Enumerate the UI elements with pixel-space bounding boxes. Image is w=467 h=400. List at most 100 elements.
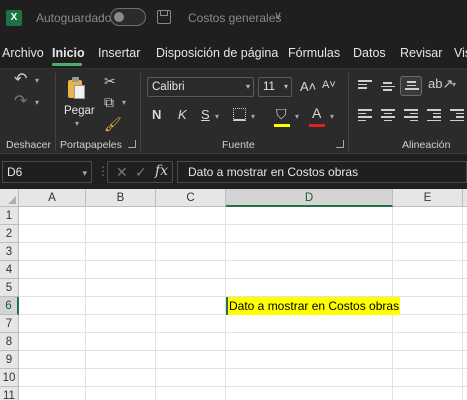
- cell-c8[interactable]: [156, 333, 226, 351]
- cell-d3[interactable]: [226, 243, 393, 261]
- cell-f2[interactable]: [463, 225, 467, 243]
- align-bottom-button[interactable]: [400, 76, 422, 96]
- save-icon[interactable]: [157, 10, 171, 24]
- tab-insertar[interactable]: Insertar: [98, 46, 140, 60]
- underline-dropdown-icon[interactable]: ▾: [215, 112, 219, 121]
- column-header-c[interactable]: C: [156, 189, 226, 207]
- cell-d10[interactable]: [226, 369, 393, 387]
- cell-c6[interactable]: [156, 297, 226, 315]
- cell-c3[interactable]: [156, 243, 226, 261]
- cell-f3[interactable]: [463, 243, 467, 261]
- cell-c7[interactable]: [156, 315, 226, 333]
- paste-button-label[interactable]: Pegar: [64, 105, 95, 117]
- cell-e6[interactable]: [393, 297, 463, 315]
- formula-input[interactable]: Dato a mostrar en Costos obras: [177, 161, 467, 183]
- column-header-e[interactable]: E: [393, 189, 463, 207]
- cell-f7[interactable]: [463, 315, 467, 333]
- cell-c10[interactable]: [156, 369, 226, 387]
- align-left-icon[interactable]: [358, 109, 372, 121]
- row-header-10[interactable]: 10: [0, 369, 19, 387]
- paste-dropdown-icon[interactable]: ▾: [75, 119, 79, 128]
- undo-dropdown-icon[interactable]: ▾: [35, 76, 39, 85]
- cell-b4[interactable]: [86, 261, 156, 279]
- font-size-select[interactable]: 11 ▾: [258, 77, 292, 97]
- font-name-select[interactable]: Calibri ▾: [147, 77, 254, 97]
- document-title[interactable]: Costos generales: [188, 11, 281, 25]
- cell-c4[interactable]: [156, 261, 226, 279]
- borders-dropdown-icon[interactable]: ▾: [251, 112, 255, 121]
- underline-button[interactable]: S: [201, 107, 210, 122]
- fill-color-icon[interactable]: ⛉: [276, 106, 287, 122]
- cell-b8[interactable]: [86, 333, 156, 351]
- cell-a11[interactable]: [19, 387, 86, 400]
- worksheet-grid[interactable]: A B C D E 1 2 3 4 5 6 Dato a mostrar en Costos obra…: [0, 189, 467, 400]
- cell-d9[interactable]: [226, 351, 393, 369]
- cell-d1[interactable]: [226, 207, 393, 225]
- tab-disposicion-de-pagina[interactable]: Disposición de página: [156, 46, 278, 60]
- grow-font-icon[interactable]: A˄: [300, 79, 316, 94]
- cell-a6[interactable]: [19, 297, 86, 315]
- cell-e7[interactable]: [393, 315, 463, 333]
- align-middle-icon[interactable]: [381, 82, 395, 94]
- align-center-icon[interactable]: [381, 109, 395, 121]
- row-header-4[interactable]: 4: [0, 261, 19, 279]
- cell-b9[interactable]: [86, 351, 156, 369]
- fill-color-dropdown-icon[interactable]: ▾: [295, 112, 299, 121]
- font-launcher-icon[interactable]: [336, 140, 344, 148]
- borders-icon[interactable]: [233, 108, 246, 121]
- cell-f10[interactable]: [463, 369, 467, 387]
- cell-a5[interactable]: [19, 279, 86, 297]
- cell-e4[interactable]: [393, 261, 463, 279]
- cell-b5[interactable]: [86, 279, 156, 297]
- orientation-dropdown-icon[interactable]: ▾: [452, 80, 456, 89]
- cell-e9[interactable]: [393, 351, 463, 369]
- enter-icon[interactable]: ✓: [135, 164, 147, 181]
- tab-revisar[interactable]: Revisar: [400, 46, 442, 60]
- cell-c11[interactable]: [156, 387, 226, 400]
- cell-b11[interactable]: [86, 387, 156, 400]
- cell-f9[interactable]: [463, 351, 467, 369]
- cell-b2[interactable]: [86, 225, 156, 243]
- tab-formulas[interactable]: Fórmulas: [288, 46, 340, 60]
- tab-vista[interactable]: Vis: [454, 46, 467, 60]
- cell-a2[interactable]: [19, 225, 86, 243]
- cell-f1[interactable]: [463, 207, 467, 225]
- align-top-icon[interactable]: [358, 80, 372, 92]
- column-header-b[interactable]: B: [86, 189, 156, 207]
- cell-e1[interactable]: [393, 207, 463, 225]
- clipboard-launcher-icon[interactable]: [128, 140, 136, 148]
- font-color-icon[interactable]: A: [312, 105, 321, 121]
- row-header-1[interactable]: 1: [0, 207, 19, 225]
- select-all-button[interactable]: [0, 189, 19, 207]
- chevron-down-icon[interactable]: ∨: [274, 9, 282, 22]
- column-header-d[interactable]: D: [226, 189, 393, 207]
- cell-a7[interactable]: [19, 315, 86, 333]
- cell-a4[interactable]: [19, 261, 86, 279]
- cell-e2[interactable]: [393, 225, 463, 243]
- row-header-9[interactable]: 9: [0, 351, 19, 369]
- increase-indent-icon[interactable]: [450, 109, 464, 121]
- redo-dropdown-icon[interactable]: ▾: [35, 98, 39, 107]
- cell-a3[interactable]: [19, 243, 86, 261]
- cell-e10[interactable]: [393, 369, 463, 387]
- copy-dropdown-icon[interactable]: ▾: [122, 98, 126, 107]
- align-right-icon[interactable]: [404, 109, 418, 121]
- cut-icon[interactable]: ✂: [104, 73, 116, 89]
- cell-e3[interactable]: [393, 243, 463, 261]
- column-header-f[interactable]: [463, 189, 467, 207]
- row-header-2[interactable]: 2: [0, 225, 19, 243]
- format-painter-icon[interactable]: 🖌: [104, 116, 122, 132]
- cell-f8[interactable]: [463, 333, 467, 351]
- cancel-icon[interactable]: ✕: [116, 164, 128, 181]
- insert-function-icon[interactable]: fx: [155, 163, 168, 179]
- cell-d7[interactable]: [226, 315, 393, 333]
- row-header-5[interactable]: 5: [0, 279, 19, 297]
- copy-icon[interactable]: ⧉: [104, 94, 114, 110]
- cell-d8[interactable]: [226, 333, 393, 351]
- italic-button[interactable]: K: [178, 107, 187, 122]
- tab-archivo[interactable]: Archivo: [2, 46, 44, 60]
- cell-d4[interactable]: [226, 261, 393, 279]
- cell-c2[interactable]: [156, 225, 226, 243]
- name-box[interactable]: D6 ▾: [2, 161, 92, 183]
- decrease-indent-icon[interactable]: [427, 109, 441, 121]
